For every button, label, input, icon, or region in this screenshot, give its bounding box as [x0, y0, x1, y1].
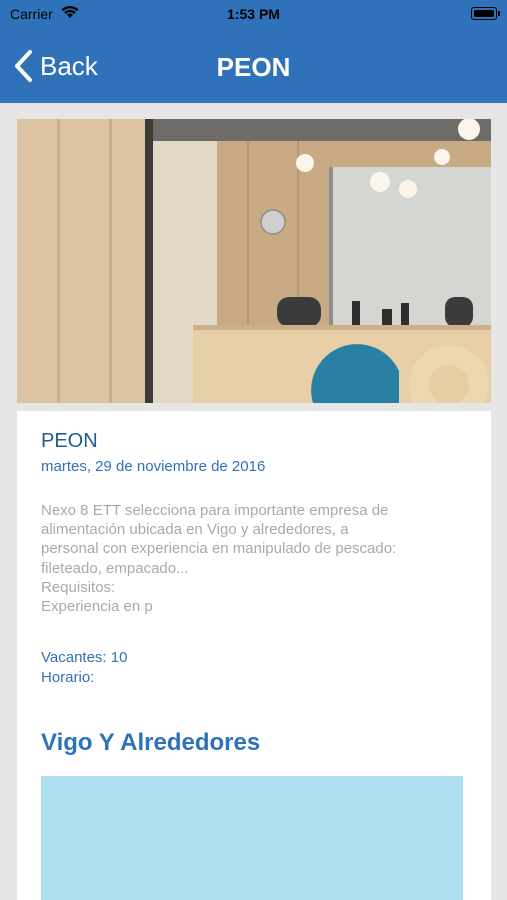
location-title: Vigo Y Alrededores	[41, 729, 261, 756]
description-line: Experiencia en p	[41, 598, 153, 616]
description-line: alimentación ubicada en Vigo y alrededor…	[41, 521, 349, 539]
description-line: Nexo 8 ETT selecciona para importante em…	[41, 502, 389, 519]
battery-icon	[471, 7, 500, 20]
map-view[interactable]	[41, 776, 463, 900]
job-card: PEON martes, 29 de noviembre de 2016 Nex…	[17, 411, 491, 900]
job-title: PEON	[41, 430, 98, 452]
status-time: 1:53 PM	[227, 6, 280, 22]
office-illustration	[17, 119, 491, 403]
vacancies-label: Vacantes: 10	[41, 649, 128, 666]
office-photo	[17, 119, 491, 403]
page-title: PEON	[216, 52, 291, 82]
schedule-label: Horario:	[41, 669, 95, 686]
status-bar: Carrier 1:53 PM	[0, 0, 507, 28]
description-line: Requisitos:	[41, 578, 116, 596]
job-date: martes, 29 de noviembre de 2016	[41, 458, 266, 475]
job-description: Nexo 8 ETT selecciona para importante em…	[41, 501, 471, 616]
description-line: personal con experiencia en manipulado d…	[41, 540, 397, 558]
navigation-bar: Back PEON	[0, 28, 507, 103]
description-line: fileteado, empacado...	[41, 559, 189, 577]
